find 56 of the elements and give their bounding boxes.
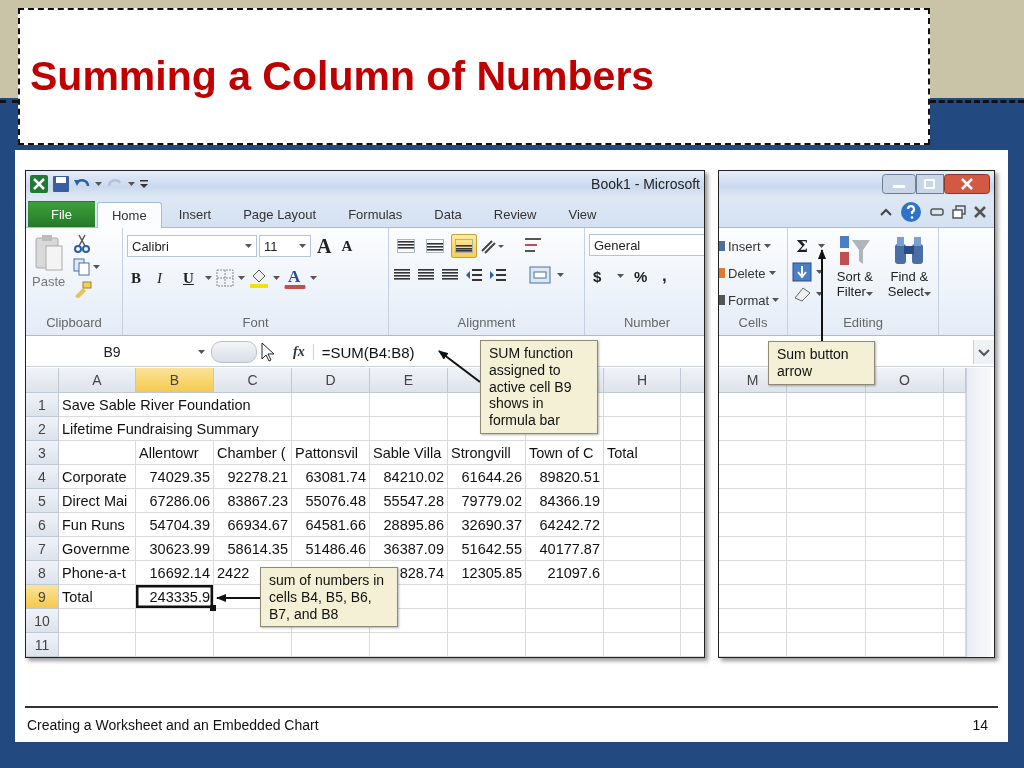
callout-tooltip: sum of numbers in cells B4, B5, B6, B7, and B8 xyxy=(260,567,398,628)
table-cell: 58614.35 xyxy=(214,537,292,561)
table-cell: Pattonsvil xyxy=(292,441,370,465)
callout-tooltip: SUM function assigned to active cell B9 shows in formula bar xyxy=(480,340,598,434)
table-cell: 12305.85 xyxy=(448,561,526,585)
group-label: Clipboard xyxy=(46,315,102,332)
table-cell: 21097.6 xyxy=(526,561,604,585)
table-cell: 66934.67 xyxy=(214,513,292,537)
table-cell: Phone-a-t xyxy=(59,561,136,585)
table-cell: 51486.46 xyxy=(292,537,370,561)
table-cell: Corporate xyxy=(59,465,136,489)
table-cell: 92278.21 xyxy=(214,465,292,489)
table-cell: Strongvill xyxy=(448,441,526,465)
group-label: Alignment xyxy=(457,315,516,332)
table-cell: Fun Runs xyxy=(59,513,136,537)
table-cell: 28895.86 xyxy=(370,513,448,537)
table-cell: Total xyxy=(604,441,681,465)
table-cell: Save Sable River Foundation xyxy=(59,393,292,417)
table-cell: 64581.66 xyxy=(292,513,370,537)
table-cell: Direct Mai xyxy=(59,489,136,513)
page-number: 14 xyxy=(972,717,988,733)
table-cell: 63081.74 xyxy=(292,465,370,489)
table-cell: 67286.06 xyxy=(136,489,214,513)
slide-title: Summing a Column of Numbers xyxy=(30,53,655,100)
table-cell: Lifetime Fundraising Summary xyxy=(59,417,292,441)
table-cell: 16692.14 xyxy=(136,561,214,585)
table-cell: 30623.99 xyxy=(136,537,214,561)
table-cell: 54704.39 xyxy=(136,513,214,537)
window-title: Book1 - Microsoft xyxy=(591,176,700,192)
table-cell: 32690.37 xyxy=(448,513,526,537)
table-cell: 84366.19 xyxy=(526,489,604,513)
group-label: Font xyxy=(242,315,269,332)
table-cell: Allentowr xyxy=(136,441,214,465)
table-cell: Governme xyxy=(59,537,136,561)
table-cell: 61644.26 xyxy=(448,465,526,489)
table-cell: 64242.72 xyxy=(526,513,604,537)
table-cell: Sable Villa xyxy=(370,441,448,465)
table-cell: 55547.28 xyxy=(370,489,448,513)
footer-text: Creating a Worksheet and an Embedded Chart xyxy=(27,717,319,733)
table-cell: 36387.09 xyxy=(370,537,448,561)
table-cell: 83867.23 xyxy=(214,489,292,513)
callout-tooltip: Sum button arrow xyxy=(768,341,875,385)
table-cell: Town of C xyxy=(526,441,604,465)
group-label: Editing xyxy=(843,315,883,332)
active-cell: 243335.9 xyxy=(136,585,214,609)
table-cell: 74029.35 xyxy=(136,465,214,489)
table-cell: 89820.51 xyxy=(526,465,604,489)
table-cell: 79779.02 xyxy=(448,489,526,513)
table-cell: 51642.55 xyxy=(448,537,526,561)
group-label: Cells xyxy=(738,315,768,332)
table-cell: Total xyxy=(59,585,136,609)
group-label: Number xyxy=(623,315,671,332)
table-cell: 55076.48 xyxy=(292,489,370,513)
table-cell: 40177.87 xyxy=(526,537,604,561)
table-cell: Chamber ( xyxy=(214,441,292,465)
table-cell: 84210.02 xyxy=(370,465,448,489)
